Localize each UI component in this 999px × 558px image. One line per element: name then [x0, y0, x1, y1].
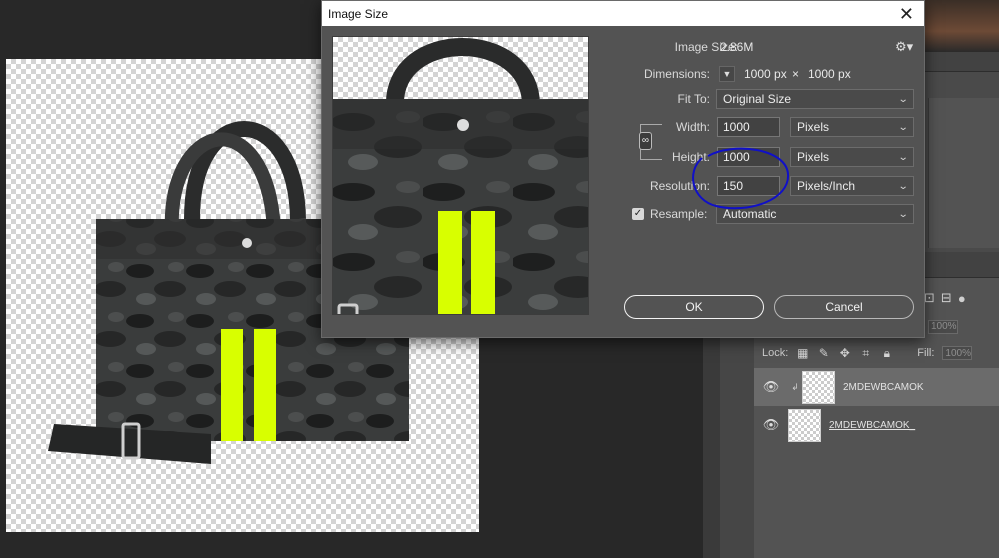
width-unit-select[interactable]: Pixels ⌄ — [790, 117, 914, 137]
link-icon[interactable]: ∞ — [639, 132, 652, 150]
width-unit: Pixels — [797, 120, 830, 134]
lock-transparent-icon[interactable]: ▦ — [796, 346, 809, 360]
layer-toolbar: ⊡ ⊟ ● — [924, 288, 999, 308]
width-label: Width: — [675, 120, 710, 134]
lock-move-icon[interactable]: ✥ — [838, 346, 851, 360]
dimensions-label: Dimensions: — [643, 67, 710, 81]
fill-label: Fill: — [917, 347, 935, 359]
dimensions-width: 1000 px — [744, 67, 787, 81]
resample-value: Automatic — [723, 207, 777, 221]
chevron-down-icon: ⌄ — [897, 180, 909, 192]
fit-to-value: Original Size — [723, 92, 792, 106]
fill-value[interactable]: 100% — [942, 346, 973, 360]
chevron-down-icon: ⌄ — [897, 121, 909, 133]
layer-thumbnail — [802, 370, 835, 404]
image-preview[interactable] — [332, 36, 589, 315]
circle-icon[interactable]: ● — [958, 291, 966, 306]
resample-checkbox[interactable]: ✓ — [632, 208, 644, 220]
panel-column-inner — [928, 98, 999, 248]
artboard-icon[interactable]: ⊡ — [924, 290, 935, 306]
ok-button[interactable]: OK — [624, 295, 764, 319]
image-size-value: 2.86M — [720, 40, 754, 54]
opacity-control[interactable]: 100% — [928, 318, 958, 334]
height-unit: Pixels — [797, 150, 830, 164]
preview-image — [333, 38, 588, 314]
resample-label: Resample: — [650, 207, 708, 221]
eye-icon[interactable]: 👁︎ — [754, 417, 788, 433]
lock-all-icon[interactable]: 🔒︎ — [880, 346, 893, 360]
height-unit-select[interactable]: Pixels ⌄ — [790, 147, 914, 167]
dialog-titlebar: Image Size ✕ — [322, 1, 924, 26]
dimensions-height: 1000 px — [808, 67, 851, 81]
eye-icon[interactable]: 👁︎ — [754, 379, 788, 395]
lock-label: Lock: — [762, 347, 789, 359]
clip-arrow-icon: ↲ — [791, 381, 799, 392]
dimensions-times: × — [792, 67, 800, 81]
chevron-down-icon: ⌄ — [897, 93, 909, 105]
image-size-dialog: Image Size ✕ Image Size: 2.86M ⚙▾ Dimens… — [321, 0, 925, 338]
dialog-title: Image Size — [328, 6, 389, 21]
resolution-unit: Pixels/Inch — [797, 179, 856, 193]
width-input[interactable]: 1000 — [717, 117, 780, 137]
chevron-down-icon: ⌄ — [897, 151, 909, 163]
layer-row[interactable]: 👁︎ ↲ 2MDEWBCAMOK — [754, 368, 999, 406]
lock-layer-icon[interactable]: ⊟ — [941, 290, 952, 306]
resolution-input[interactable]: 150 — [717, 176, 780, 196]
resolution-unit-select[interactable]: Pixels/Inch ⌄ — [790, 176, 914, 196]
resample-select[interactable]: Automatic ⌄ — [716, 204, 914, 224]
fit-to-select[interactable]: Original Size ⌄ — [716, 89, 914, 109]
height-label: Height: — [671, 150, 710, 164]
layer-name: 2MDEWBCAMOK — [843, 381, 924, 393]
fit-to-label: Fit To: — [677, 92, 710, 106]
lock-row: Lock: ▦ ✎ ✥ ⌗ 🔒︎ Fill: 100% — [754, 340, 999, 366]
close-icon[interactable]: ✕ — [899, 5, 914, 23]
layer-thumbnail — [788, 408, 821, 442]
cancel-button[interactable]: Cancel — [774, 295, 914, 319]
lock-artboard-icon[interactable]: ⌗ — [859, 346, 872, 360]
gear-icon[interactable]: ⚙▾ — [895, 39, 913, 55]
opacity-value: 100% — [928, 319, 958, 334]
height-input[interactable]: 1000 — [717, 147, 780, 167]
layer-name: 2MDEWBCAMOK_ — [829, 419, 916, 431]
resolution-label: Resolution: — [649, 179, 710, 193]
lock-brush-icon[interactable]: ✎ — [817, 346, 830, 360]
layer-row[interactable]: 👁︎ 2MDEWBCAMOK_ — [754, 406, 999, 444]
chevron-down-icon: ⌄ — [897, 208, 909, 220]
chevron-down-icon[interactable]: ▼ — [719, 66, 735, 82]
